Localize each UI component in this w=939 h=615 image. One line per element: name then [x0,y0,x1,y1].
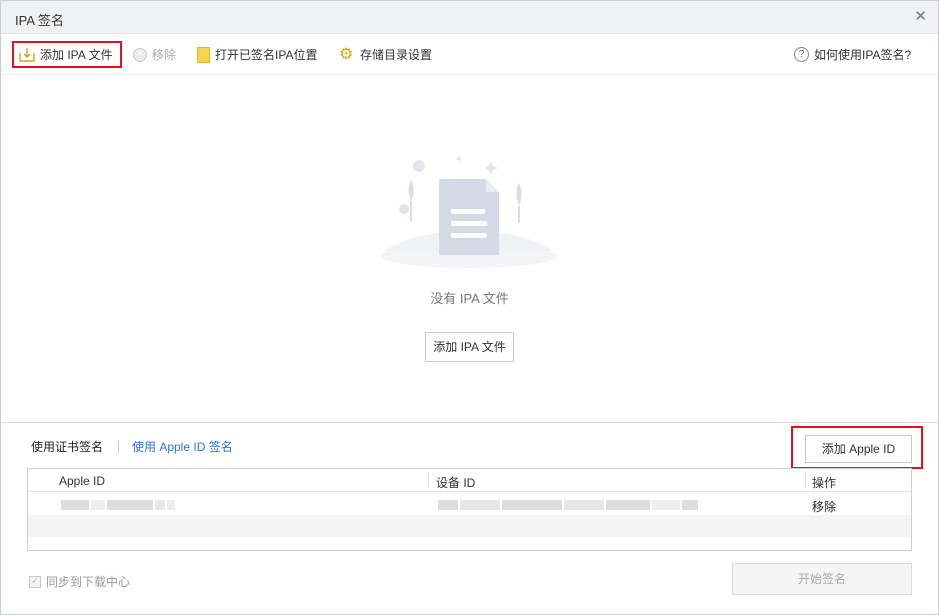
add-ipa-label: 添加 IPA 文件 [40,48,113,62]
title-bar: IPA 签名 ✕ [1,1,938,34]
empty-add-ipa-button[interactable]: 添加 IPA 文件 [425,332,514,362]
help-icon: ? [794,47,809,62]
sync-checkbox[interactable]: ✓ [29,575,41,588]
sync-label: 同步到下载中心 [46,575,131,589]
ipa-file-list-empty: 没有 IPA 文件 添加 IPA 文件 [1,76,938,421]
header-action: 操作 [812,476,837,490]
empty-file-illustration [381,155,557,268]
close-icon[interactable]: ✕ [914,8,927,26]
table-row-empty [28,515,911,537]
remove-icon [133,47,147,62]
open-signed-location-button[interactable]: 打开已签名IPA位置 [197,41,317,68]
tab-apple-id-sign[interactable]: 使用 Apple ID 签名 [132,438,233,455]
folder-icon [197,46,210,63]
toolbar: 添加 IPA 文件 移除 打开已签名IPA位置 ⚙ 存储目录设置 ? 如何使用I… [1,35,938,75]
sync-to-download-center[interactable]: ✓ 同步到下载中心 [29,573,130,590]
section-divider [1,422,938,423]
column-separator[interactable] [428,473,429,488]
add-apple-id-highlight: 添加 Apple ID [791,426,923,469]
import-file-icon [19,47,35,62]
apple-id-value-blurred [61,499,177,510]
device-id-value-blurred [438,499,700,510]
column-separator[interactable] [805,473,806,488]
ipa-sign-dialog: IPA 签名 ✕ 添加 IPA 文件 移除 打开已签名IPA位置 ⚙ 存储目录设… [0,0,939,615]
header-device-id: 设备 ID [436,476,476,490]
apple-id-table: Apple ID 设备 ID 操作 移除 [27,468,912,551]
table-row[interactable]: 移除 [28,493,911,515]
remove-label: 移除 [152,48,177,62]
help-link[interactable]: ? 如何使用IPA签名? [794,41,911,68]
tab-separator [118,440,119,453]
header-apple-id: Apple ID [59,474,106,488]
storage-settings-button[interactable]: ⚙ 存储目录设置 [339,41,432,68]
empty-message: 没有 IPA 文件 [430,291,509,306]
remove-apple-id-link[interactable]: 移除 [812,498,836,515]
open-signed-label: 打开已签名IPA位置 [215,48,318,62]
gear-icon: ⚙ [339,45,354,63]
storage-settings-label: 存储目录设置 [360,48,433,62]
table-header: Apple ID 设备 ID 操作 [28,469,911,492]
add-ipa-button[interactable]: 添加 IPA 文件 [12,41,122,68]
dialog-title: IPA 签名 [15,13,64,28]
remove-button[interactable]: 移除 [133,41,176,68]
start-sign-button[interactable]: 开始签名 [732,563,912,595]
add-apple-id-button[interactable]: 添加 Apple ID [805,435,912,463]
help-label: 如何使用IPA签名? [814,48,912,62]
tab-certificate-sign[interactable]: 使用证书签名 [31,438,103,455]
